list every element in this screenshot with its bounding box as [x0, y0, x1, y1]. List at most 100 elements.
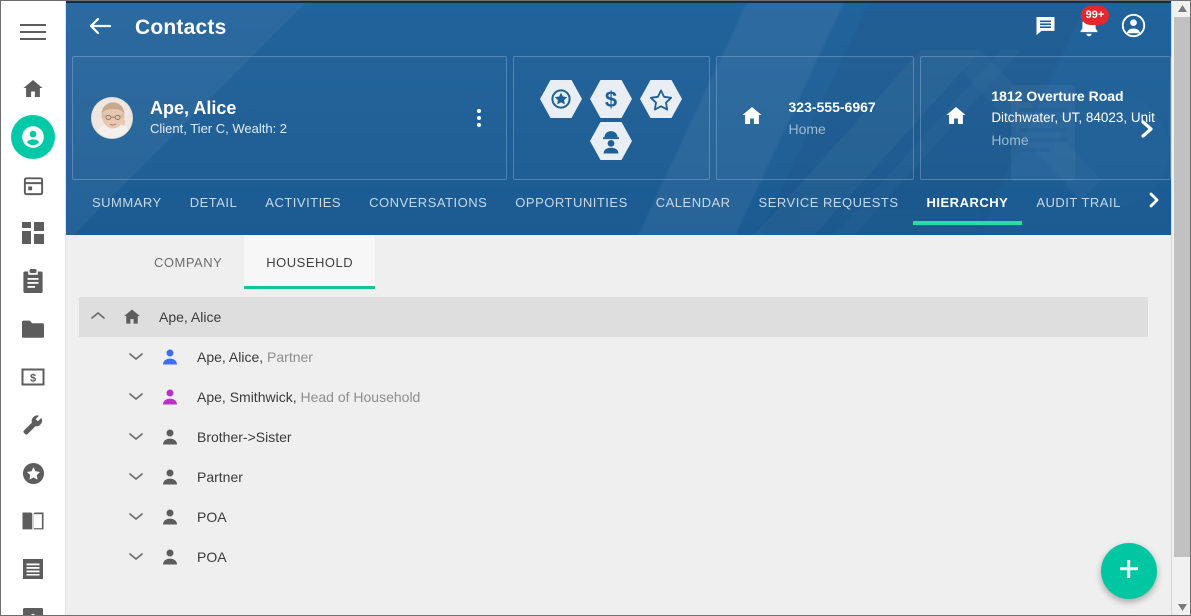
notes-icon [22, 558, 44, 580]
tree-row[interactable]: Ape, Smithwick, Head of Household [79, 377, 1148, 417]
dollar-badge[interactable]: $ [590, 80, 633, 118]
subtab-company[interactable]: COMPANY [132, 235, 244, 289]
tabs-next-button[interactable] [1137, 180, 1171, 225]
star-circle-badge[interactable] [540, 80, 583, 118]
tree-item-label: Ape, Alice, Partner [197, 349, 313, 365]
sidebar-item-library[interactable] [0, 497, 66, 545]
sidebar-item-notes[interactable] [0, 545, 66, 593]
header-toolbar: Contacts 99+ [66, 0, 1171, 56]
chevron-right-icon [1138, 118, 1156, 145]
hamburger-icon [20, 23, 46, 41]
address-card[interactable]: 1812 Overture Road Ditchwater, UT, 84023… [920, 56, 1171, 180]
sidebar-item-dashboard[interactable] [0, 209, 66, 257]
subtab-household[interactable]: HOUSEHOLD [244, 235, 376, 289]
sidebar-item-calendar[interactable] [0, 161, 66, 209]
main-area: Contacts 99+ Ape, Alice Client, Tier C, … [66, 0, 1171, 616]
account-button[interactable] [1111, 6, 1155, 50]
vertical-scrollbar[interactable] [1171, 0, 1191, 616]
tab-service-requests[interactable]: SERVICE REQUESTS [745, 180, 913, 225]
tab-activities[interactable]: ACTIVITIES [251, 180, 355, 225]
tree-row-root[interactable]: Ape, Alice [79, 297, 1148, 337]
chevron-down-icon [128, 468, 144, 486]
person-subtitle: Client, Tier C, Wealth: 2 [150, 121, 288, 136]
tree-item-label: Partner [197, 469, 243, 485]
tab-conversations[interactable]: CONVERSATIONS [355, 180, 501, 225]
expand-toggle[interactable] [117, 428, 155, 446]
tree-item-name: Partner [197, 469, 243, 485]
tab-detail[interactable]: DETAIL [176, 180, 252, 225]
tree-item-name: POA [197, 549, 227, 565]
tree-item-name: Ape, Alice [197, 349, 260, 365]
sidebar-item-tools[interactable] [0, 401, 66, 449]
notifications-button[interactable]: 99+ [1067, 6, 1111, 50]
tree-row[interactable]: Partner [79, 457, 1148, 497]
badges-card: $ [513, 56, 710, 180]
tree-item-sep: , [259, 349, 268, 365]
tab-summary[interactable]: SUMMARY [78, 180, 176, 225]
sidebar-item-menu[interactable] [0, 7, 66, 57]
tree-row[interactable]: POA [79, 497, 1148, 537]
add-button[interactable] [1101, 543, 1157, 599]
badge-row-2 [590, 122, 633, 160]
active-indicator [11, 115, 55, 159]
sidebar-item-reports[interactable] [0, 593, 66, 616]
next-address-button[interactable] [1132, 116, 1162, 146]
content-area: COMPANY HOUSEHOLD Ape, Alice Ape, Alice,… [66, 235, 1171, 616]
avatar [91, 97, 133, 139]
person-icon [155, 427, 185, 447]
svg-text:$: $ [605, 87, 617, 112]
back-button[interactable] [80, 8, 120, 48]
folder-icon [21, 319, 45, 339]
sidebar-item-billing[interactable]: $ [0, 353, 66, 401]
person-card[interactable]: Ape, Alice Client, Tier C, Wealth: 2 [72, 56, 508, 180]
scroll-down-button[interactable] [1172, 599, 1191, 616]
expand-toggle[interactable] [117, 508, 155, 526]
clipboard-icon [22, 269, 44, 293]
expand-toggle[interactable] [117, 348, 155, 366]
star-badge-icon [22, 462, 45, 485]
expand-toggle[interactable] [117, 388, 155, 406]
person-icon [155, 467, 185, 487]
address-line1: 1812 Overture Road [991, 88, 1124, 104]
home-icon [21, 77, 45, 101]
book-icon [21, 511, 45, 531]
collapse-toggle-root[interactable] [79, 308, 117, 326]
tab-opportunities[interactable]: OPPORTUNITIES [501, 180, 641, 225]
sidebar-item-contacts[interactable] [0, 113, 66, 161]
sidebar-item-home[interactable] [0, 65, 66, 113]
expand-toggle[interactable] [117, 548, 155, 566]
tree-item-label: Brother->Sister [197, 429, 292, 445]
star-outline-badge[interactable] [640, 80, 683, 118]
person-icon [155, 387, 185, 407]
tab-hierarchy[interactable]: HIERARCHY [912, 180, 1023, 225]
tree-item-name: POA [197, 509, 227, 525]
worker-badge[interactable] [590, 122, 633, 160]
tree-row[interactable]: POA [79, 537, 1148, 577]
home-icon [117, 307, 147, 327]
scroll-up-button[interactable] [1172, 0, 1191, 17]
tree-item-label: POA [197, 549, 227, 565]
account-icon [1121, 13, 1146, 43]
home-icon [943, 104, 969, 133]
sidebar-item-files[interactable] [0, 305, 66, 353]
tree-row[interactable]: Brother->Sister [79, 417, 1148, 457]
tab-audit-trail[interactable]: AUDIT TRAIL [1022, 180, 1134, 225]
phone-card[interactable]: 323-555-6967 Home [715, 56, 915, 180]
money-icon: $ [21, 368, 45, 386]
tab-bar: SUMMARY DETAIL ACTIVITIES CONVERSATIONS … [66, 180, 1171, 225]
scrollbar-thumb[interactable] [1174, 17, 1190, 557]
messages-button[interactable] [1023, 6, 1067, 50]
person-circle-icon [20, 124, 46, 150]
expand-toggle[interactable] [117, 468, 155, 486]
notification-badge: 99+ [1081, 6, 1109, 25]
tab-calendar[interactable]: CALENDAR [642, 180, 745, 225]
tree-root-label: Ape, Alice [159, 309, 222, 325]
chevron-up-icon [90, 308, 106, 326]
sidebar-item-favorites[interactable] [0, 449, 66, 497]
tree-row[interactable]: Ape, Alice, Partner [79, 337, 1148, 377]
phone-number: 323-555-6967 [788, 99, 876, 115]
tree-item-name: Brother->Sister [197, 429, 292, 445]
person-more-button[interactable] [466, 98, 492, 138]
sidebar-item-tasks[interactable] [0, 257, 66, 305]
calendar-icon [22, 174, 45, 197]
